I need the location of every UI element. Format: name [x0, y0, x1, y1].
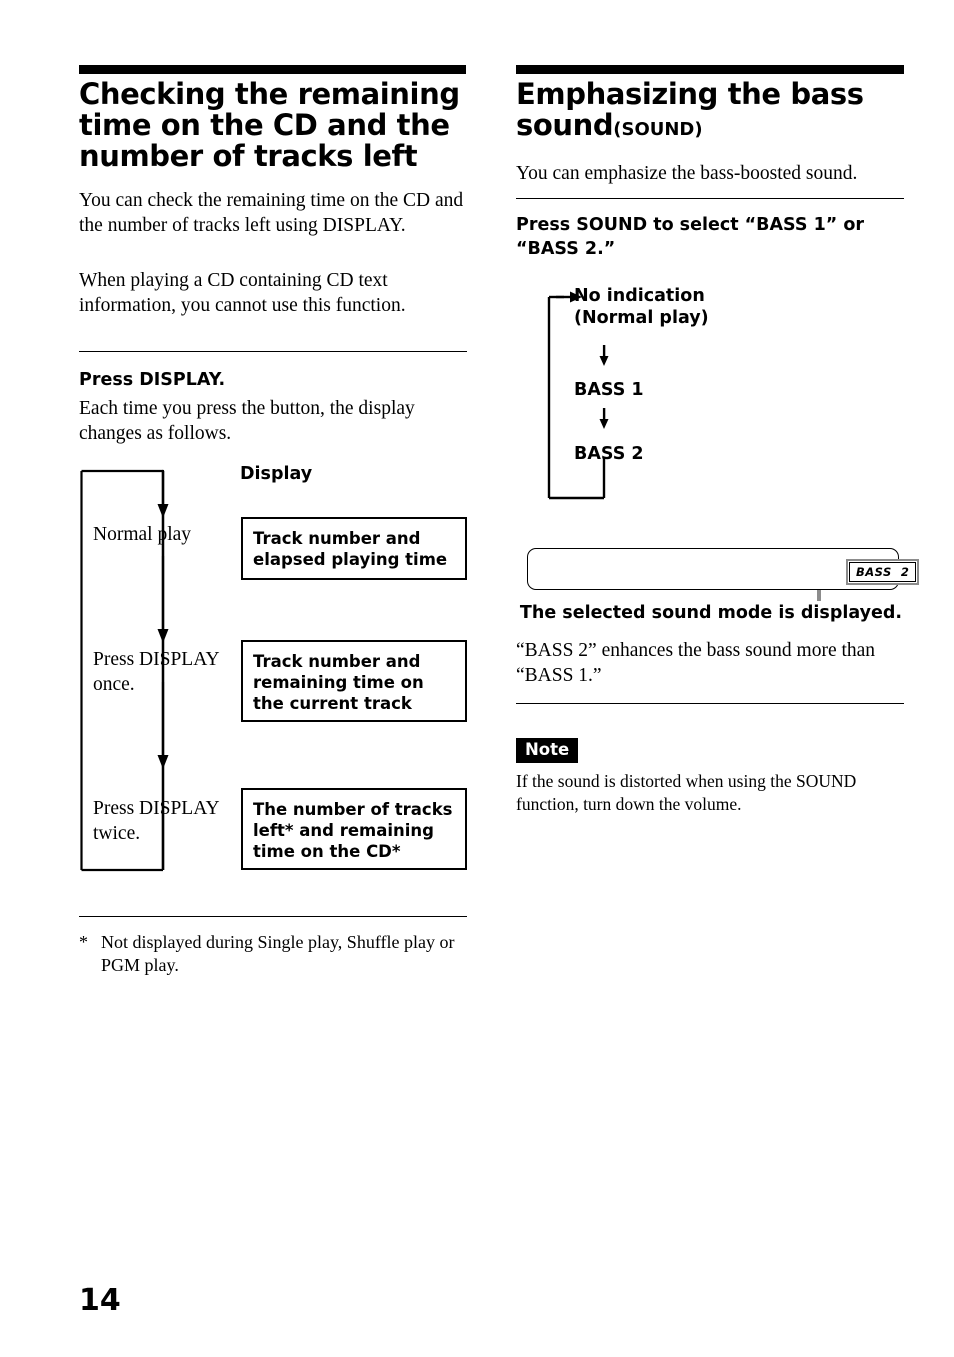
left-separator-rule-2	[79, 916, 467, 917]
flow-row-label-3: Press DISPLAY twice.	[93, 798, 219, 844]
display-result-box-2: Track number and remaining time on the c…	[241, 640, 467, 722]
flow-arrow-1	[157, 471, 169, 518]
lcd-panel-outline	[527, 548, 899, 590]
left-step-heading: Press DISPLAY.	[79, 370, 226, 390]
bass-mode-cycle-diagram: No indication (Normal play) BASS 1 BASS …	[516, 283, 846, 508]
bass-arrow-2	[599, 408, 609, 429]
manual-page: Checking the remaining time on the CD an…	[0, 0, 954, 1357]
display-result-box-1: Track number and elapsed playing time	[241, 517, 467, 580]
bass-state-label-1: No indication (Normal play)	[574, 286, 709, 329]
footnote-text: Not displayed during Single play, Shuffl…	[101, 932, 455, 976]
display-cycle-diagram: Normal play Press DISPLAY once. Press DI…	[79, 466, 469, 886]
display-result-box-3: The number of tracks left* and remaining…	[241, 788, 467, 870]
footnote: * Not displayed during Single play, Shuf…	[79, 931, 471, 978]
flow-row-label-2: Press DISPLAY once.	[93, 649, 219, 695]
right-separator-rule-1	[516, 198, 904, 199]
right-intro-paragraph: You can emphasize the bass-boosted sound…	[516, 163, 858, 184]
right-step-heading: Press SOUND to select “BASS 1” or “BASS …	[516, 215, 864, 259]
bass-indicator-badge: BASS 2	[846, 559, 920, 585]
left-separator-rule-1	[79, 351, 467, 352]
right-page-title: Emphasizing the bass sound(SOUND)	[516, 78, 908, 141]
page-number: 14	[79, 1283, 121, 1318]
left-step-body: Each time you press the button, the disp…	[79, 398, 415, 445]
flow-arrow-2	[157, 556, 169, 643]
panel-caption: The selected sound mode is displayed.	[519, 603, 903, 623]
flow-row-label-1: Normal play	[93, 524, 192, 545]
left-page-title: Checking the remaining time on the CD an…	[79, 77, 460, 174]
footnote-marker: *	[79, 932, 88, 952]
right-page-title-suffix: (SOUND)	[613, 119, 703, 141]
display-panel-illustration: BASS 2 The selected sound mode is displa…	[516, 543, 920, 629]
left-intro-paragraph-1: You can check the remaining time on the …	[79, 190, 464, 237]
left-intro-paragraph-2: When playing a CD containing CD text inf…	[79, 270, 406, 317]
right-separator-rule-2	[516, 703, 904, 704]
left-column-top-rule	[79, 65, 466, 74]
note-badge: Note	[516, 738, 579, 764]
bass-arrow-1	[599, 345, 609, 366]
right-column-top-rule	[516, 65, 904, 74]
note-block: Note If the sound is distorted when usin…	[516, 738, 898, 816]
bass-indicator-label: BASS 2	[849, 562, 917, 582]
note-text: If the sound is distorted when using the…	[516, 771, 857, 814]
right-explanation: “BASS 2” enhances the bass sound more th…	[516, 640, 876, 687]
bass-state-label-3: BASS 2	[574, 444, 644, 464]
bass-state-label-2: BASS 1	[574, 380, 644, 400]
